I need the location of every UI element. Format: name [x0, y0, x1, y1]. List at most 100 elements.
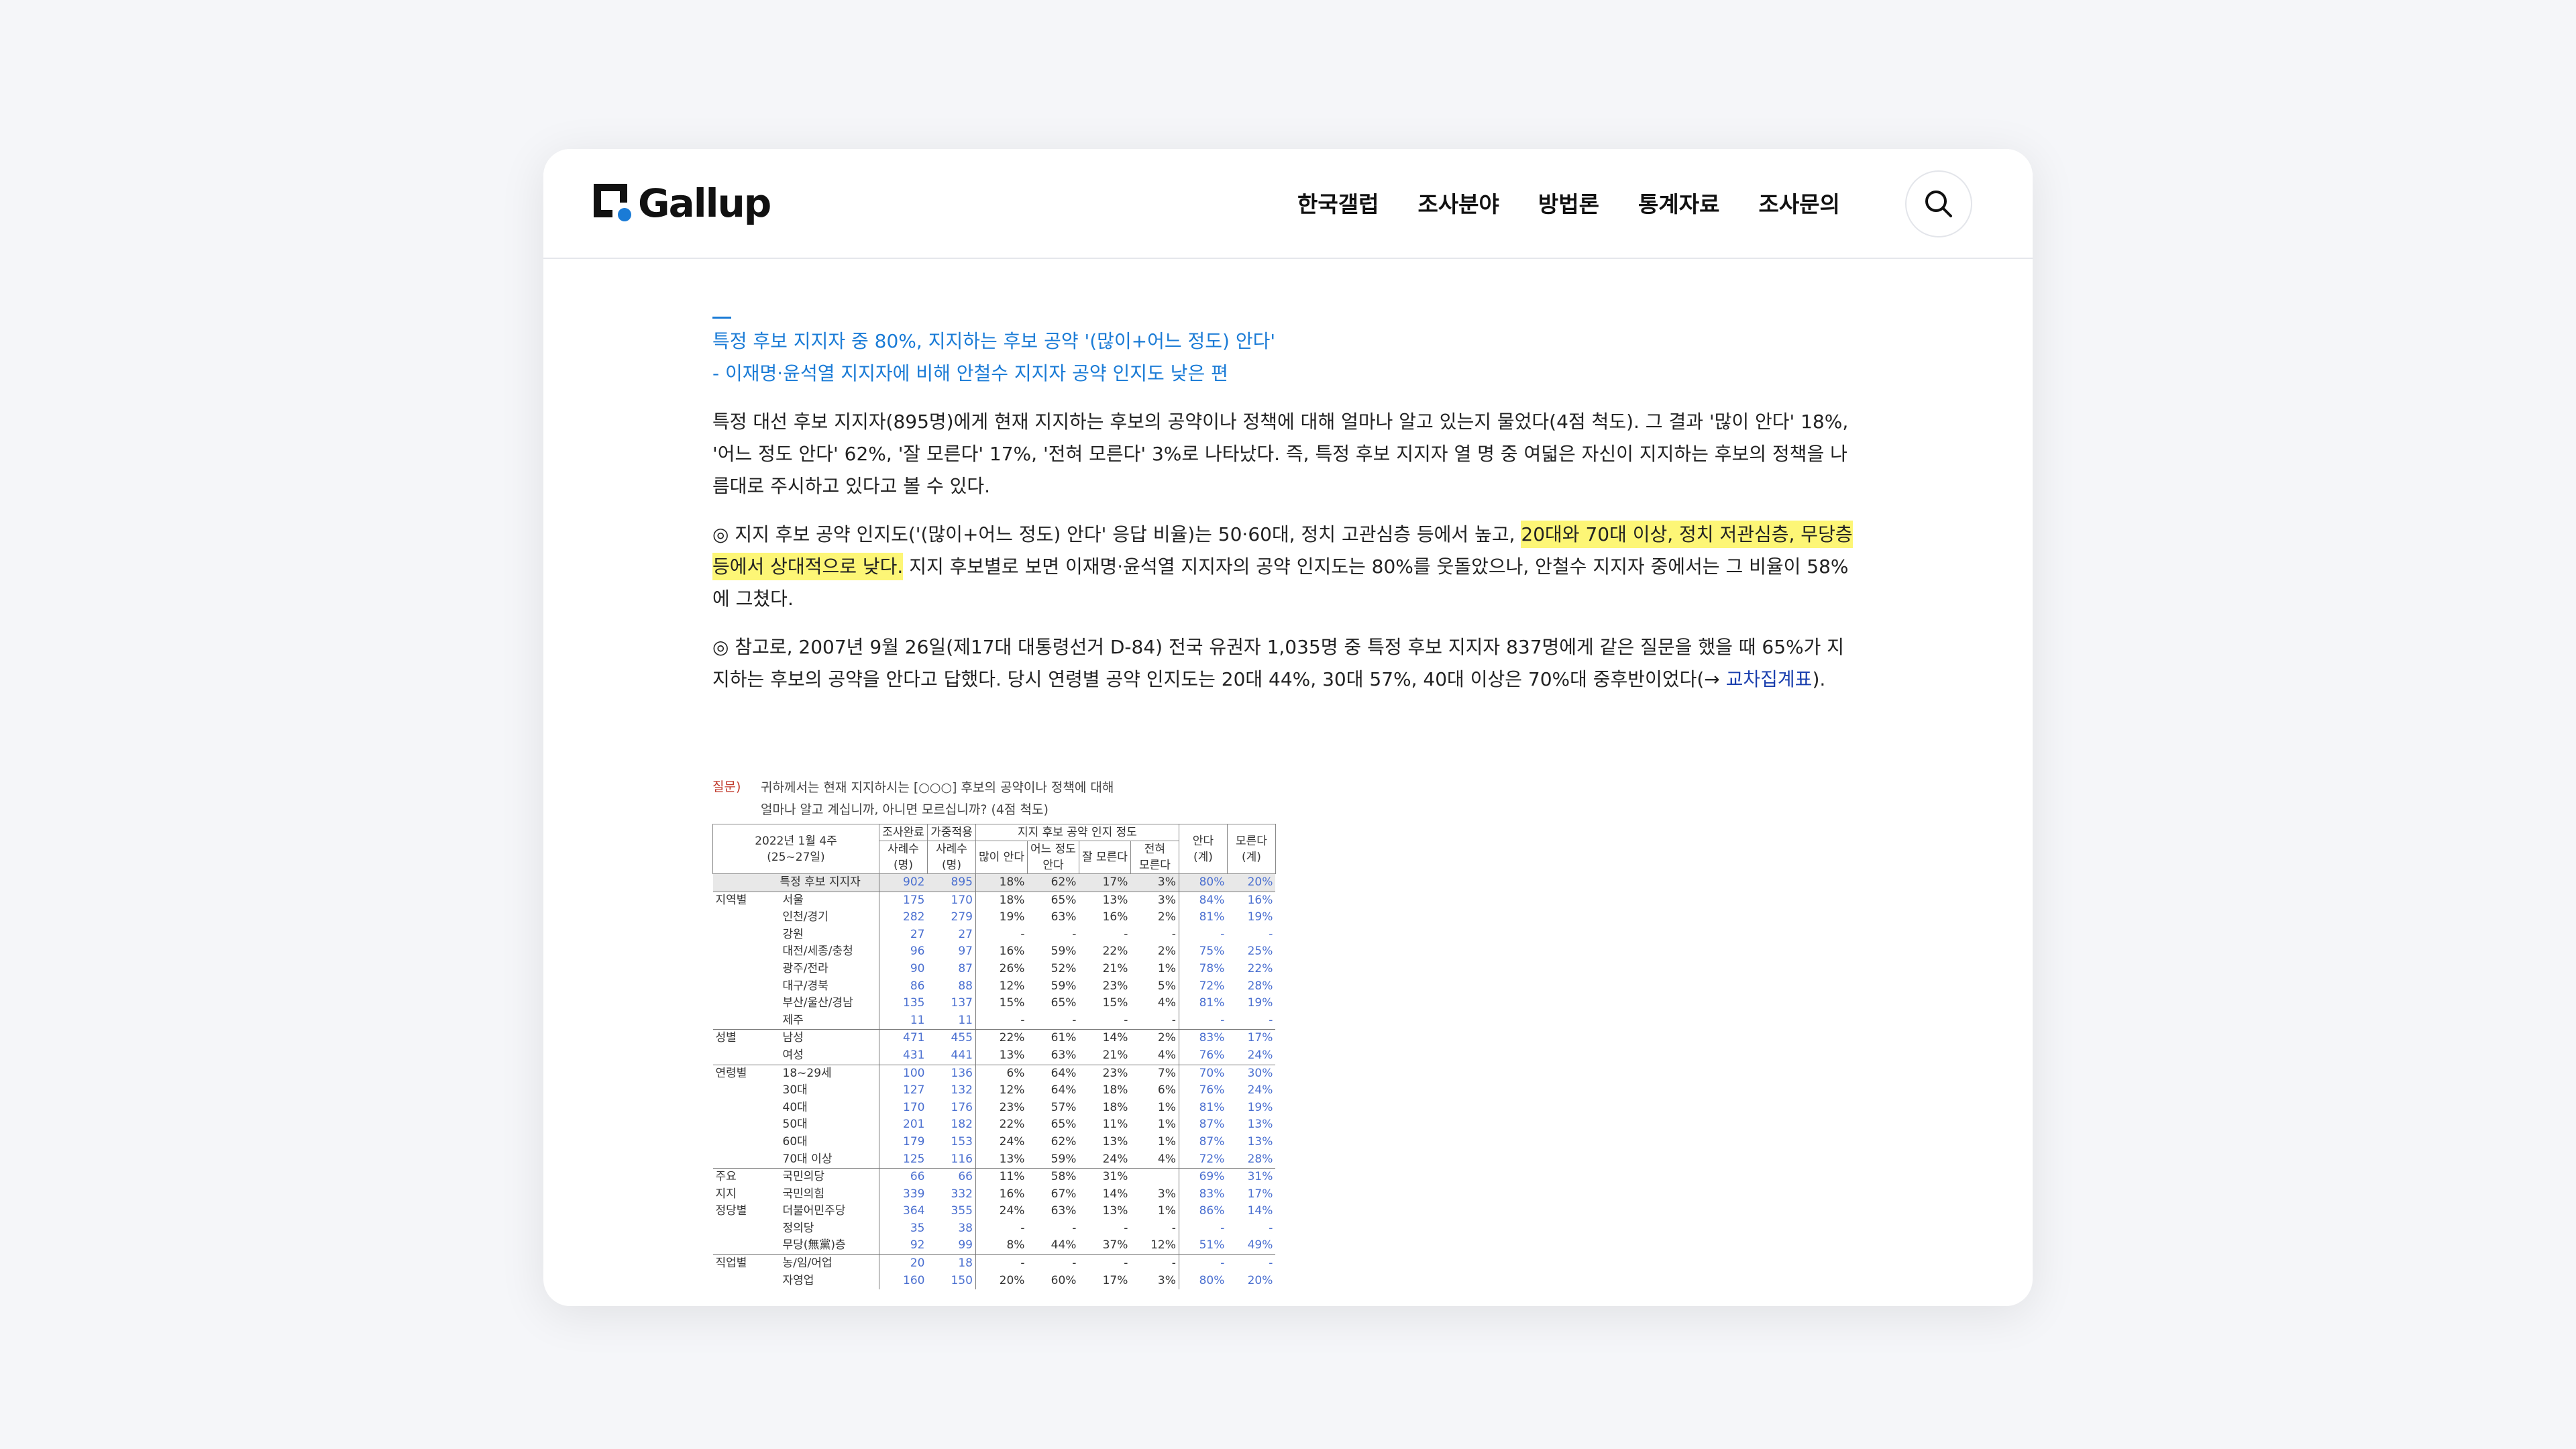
nav-item-research-field[interactable]: 조사분야 — [1417, 186, 1499, 219]
table-cell: 4% — [1157, 996, 1176, 1010]
table-cell: 64% — [1027, 1064, 1079, 1083]
table-row: 정당별 더불어민주당 364 355 24% 63% 13% 1% 86% 14% — [713, 1203, 1276, 1220]
table-cell: 332 — [951, 1187, 973, 1201]
row-group — [713, 874, 780, 892]
table-cell: 21% — [1102, 961, 1128, 975]
row-label: 50대 — [782, 1118, 808, 1132]
table-cell: 12% — [975, 977, 1028, 996]
table-cell: 83% — [1178, 1185, 1228, 1203]
table-cell: - — [975, 926, 1028, 944]
table-cell: - — [1027, 1254, 1079, 1273]
gallup-logo[interactable]: Gallup — [594, 177, 771, 229]
table-row: 30대 127 132 12% 64% 18% 6% 76% 24% — [713, 1082, 1276, 1099]
table-cell: 179 — [879, 1133, 928, 1151]
row-group — [713, 1134, 780, 1151]
table-cell: 1% — [1157, 1118, 1176, 1132]
table-cell: - — [975, 1220, 1028, 1238]
article-subtitle-2: - 이재명·윤석열 지지자에 비해 안철수 지지자 공약 인지도 낮은 편 — [712, 362, 1228, 384]
row-label: 대구/경북 — [782, 979, 828, 993]
table-cell: 28% — [1247, 979, 1273, 993]
table-row: 50대 201 182 22% 65% 11% 1% 87% 13% — [713, 1116, 1276, 1134]
table-cell: 6% — [1157, 1083, 1176, 1097]
table-cell: 20% — [975, 1272, 1028, 1290]
table-cell: 116 — [951, 1152, 973, 1166]
table-cell: 99 — [958, 1238, 973, 1252]
row-label: 60대 — [782, 1134, 808, 1148]
table-cell: 182 — [951, 1118, 973, 1132]
row-label: 자영업 — [782, 1273, 814, 1287]
table-cell: 64% — [1051, 1083, 1077, 1097]
table-cell: 92 — [879, 1237, 928, 1255]
table-cell: 17% — [1247, 1187, 1273, 1201]
table-cell: 13% — [1247, 1134, 1273, 1148]
table-cell: 16% — [975, 1185, 1028, 1203]
table-row: 부산/울산/경남 135 137 15% 65% 15% 4% 81% 19% — [713, 995, 1276, 1012]
table-cell: 18% — [1102, 1083, 1128, 1097]
table-cell: 21% — [1102, 1048, 1128, 1062]
question-line-2: 얼마나 알고 계십니까, 아니면 모르십니까? (4점 척도) — [761, 802, 1049, 817]
table-cell: 65% — [1051, 1118, 1077, 1132]
table-row: 제주 11 11- - - - - - — [713, 1012, 1276, 1030]
table-cell: 279 — [951, 910, 973, 924]
table-cell: - — [1269, 1221, 1273, 1235]
table-cell: 17% — [1227, 1029, 1276, 1047]
table-cell: 355 — [951, 1204, 973, 1218]
table-cell: 3% — [1157, 875, 1176, 889]
table-cell: 23% — [1079, 1064, 1131, 1083]
table-cell: 100 — [879, 1064, 928, 1083]
table-cell: 61% — [1027, 1029, 1079, 1047]
table-cell: 88 — [958, 979, 973, 993]
nav-item-statistics[interactable]: 통계자료 — [1638, 186, 1719, 219]
nav-item-inquiry[interactable]: 조사문의 — [1758, 186, 1839, 219]
table-cell: 175 — [879, 891, 928, 910]
table-cell: 11% — [1102, 1118, 1128, 1132]
paragraph-3-start: ◎ 참고로, 2007년 9월 26일(제17대 대통령선거 D-84) 전국 … — [712, 636, 1845, 690]
row-group — [713, 1151, 780, 1169]
table-cell: 24% — [1247, 1048, 1273, 1062]
article-body: 특정 후보 지지자 중 80%, 지지하는 후보 공약 '(많이+어느 정도) … — [712, 317, 1853, 696]
table-cell: 12% — [975, 1082, 1028, 1099]
paragraph-3-end: ). — [1812, 668, 1826, 690]
table-cell: 19% — [975, 909, 1028, 926]
table-row: 70대 이상 125 116 13% 59% 24% 4% 72% 28% — [713, 1150, 1276, 1169]
search-button[interactable] — [1905, 170, 1972, 237]
table-cell: 28% — [1247, 1152, 1273, 1166]
table-cell: 27 — [879, 926, 928, 944]
table-cell: - — [1079, 1254, 1131, 1273]
table-cell: - — [1124, 1221, 1128, 1235]
table-cell: 31% — [1079, 1168, 1131, 1186]
table-row: 주요 국민의당 66 66 11% 58% 31% 69% 31% — [712, 1168, 1276, 1186]
row-group — [713, 1237, 780, 1254]
table-cell: - — [1171, 1221, 1176, 1235]
table-cell: - — [975, 1012, 1028, 1030]
row-group — [713, 1082, 780, 1099]
crosstab-link[interactable]: 교차집계표 — [1726, 668, 1813, 690]
paragraph-2-start: ◎ 지지 후보 공약 인지도('(많이+어느 정도) 안다' 응답 비율)는 5… — [712, 523, 1521, 545]
question-line-1: 귀하께서는 현재 지지하시는 [○○○] 후보의 공약이나 정책에 대해 — [761, 780, 1114, 795]
table-cell: 84% — [1178, 891, 1228, 910]
row-label: 대전/세종/충청 — [782, 945, 853, 959]
table-cell: 96 — [879, 943, 928, 961]
table-cell: 19% — [1247, 910, 1273, 924]
row-group — [713, 1220, 780, 1238]
table-cell: 3% — [1130, 891, 1179, 910]
table-cell: 49% — [1247, 1238, 1273, 1252]
table-cell: 136 — [927, 1064, 976, 1083]
table-cell: 23% — [975, 1099, 1028, 1117]
table-cell: 2% — [1157, 945, 1176, 959]
row-group — [713, 909, 780, 926]
table-cell: 8% — [975, 1237, 1028, 1255]
crosstab-table-image: 질문) 귀하께서는 현재 지지하시는 [○○○] 후보의 공약이나 정책에 대해… — [712, 777, 1356, 1306]
table-cell: 80% — [1178, 873, 1228, 892]
nav-item-methodology[interactable]: 방법론 — [1538, 186, 1599, 219]
table-cell: 11% — [975, 1168, 1028, 1186]
table-cell: 24% — [975, 1203, 1028, 1220]
header-col-1: 많이 안다 — [975, 841, 1028, 874]
table-cell: 364 — [879, 1203, 928, 1220]
nav-item-korea-gallup[interactable]: 한국갤럽 — [1297, 186, 1379, 219]
table-cell: - — [1072, 927, 1077, 941]
table-cell: 86 — [879, 977, 928, 996]
table-cell: 23% — [1102, 979, 1128, 993]
table-cell: 26% — [975, 960, 1028, 978]
table-cell: 87% — [1178, 1133, 1228, 1151]
